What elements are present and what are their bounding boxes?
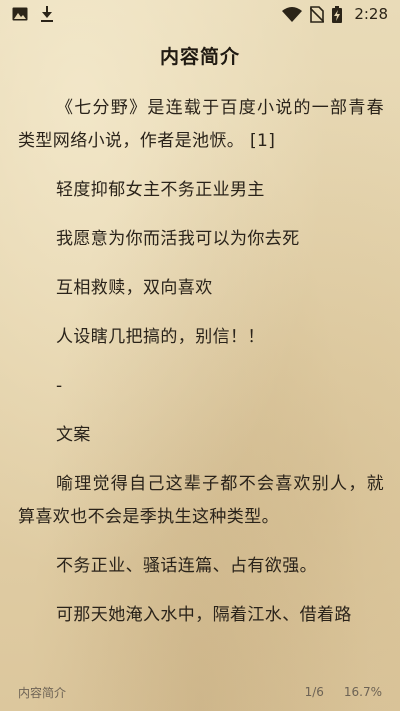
paragraph: 喻理觉得自己这辈子都不会喜欢别人，就算喜欢也不会是季执生这种类型。 (18, 474, 384, 527)
download-icon (40, 6, 54, 22)
no-sim-icon (310, 5, 325, 23)
status-left (12, 6, 54, 22)
reading-progress: 16.7% (343, 685, 382, 699)
image-icon (12, 7, 28, 21)
page-title: 内容简介 (159, 46, 240, 68)
status-bar: 2:28 (0, 0, 400, 28)
battery-charging-icon (332, 5, 343, 23)
status-right: 2:28 (282, 5, 388, 23)
paragraph: 人设瞎几把搞的，别信！！ (56, 327, 265, 347)
paragraph: 互相救赎，双向喜欢 (56, 278, 213, 298)
page-indicator: 1/6 (304, 685, 324, 699)
reader-content[interactable]: 《七分野》是连载于百度小说的一部青春类型网络小说，作者是池恹。 [1] 轻度抑郁… (18, 92, 384, 648)
clock: 2:28 (354, 5, 388, 23)
paragraph: 可那天她淹入水中，隔着江水、借着路 (56, 605, 352, 625)
paragraph: 文案 (56, 425, 91, 445)
wifi-icon (282, 6, 303, 22)
paragraph: 我愿意为你而活我可以为你去死 (56, 229, 300, 249)
reader-footer: 内容简介 1/6 16.7% (0, 680, 400, 704)
footer-progress: 1/6 16.7% (305, 685, 382, 699)
paragraph: 《七分野》是连载于百度小说的一部青春类型网络小说，作者是池恹。 [1] (18, 98, 384, 151)
paragraph: 不务正业、骚话连篇、占有欲强。 (56, 556, 317, 576)
paragraph: 轻度抑郁女主不务正业男主 (56, 180, 265, 200)
paragraph: - (56, 376, 63, 396)
chapter-name: 内容简介 (18, 685, 67, 700)
